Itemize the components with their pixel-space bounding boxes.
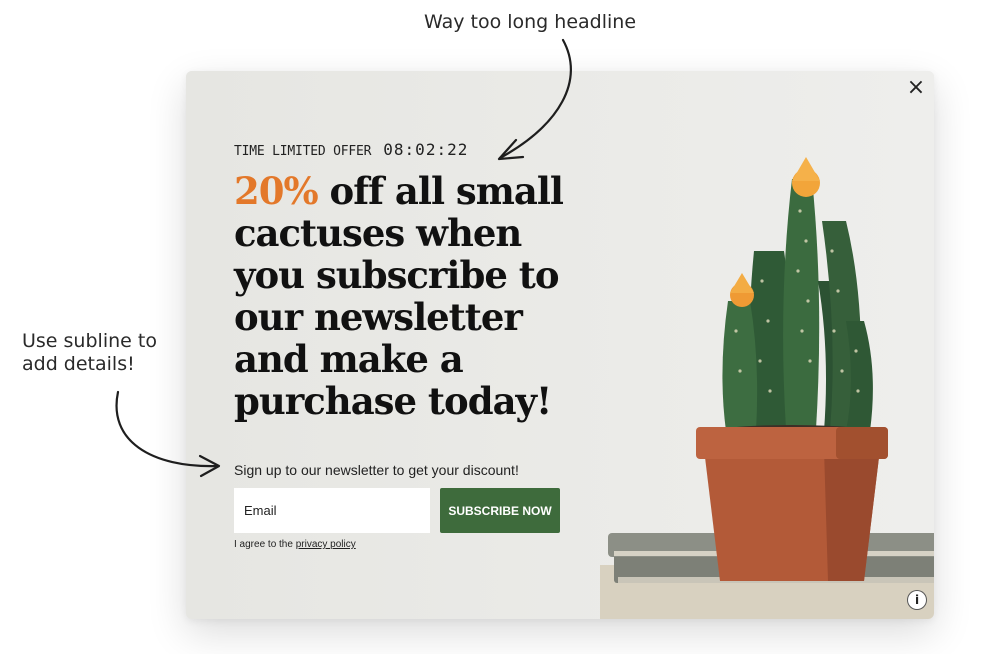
info-icon[interactable]: i bbox=[908, 591, 926, 609]
consent-text: I agree to the privacy policy bbox=[234, 539, 356, 550]
headline: 20% off all small cactuses when you subs… bbox=[234, 170, 564, 422]
pot-rim-shade bbox=[836, 427, 888, 459]
cactus-stem bbox=[722, 301, 758, 431]
cactus-flower bbox=[792, 157, 820, 197]
cactus-stem bbox=[783, 179, 820, 429]
email-placeholder: Email bbox=[244, 503, 277, 518]
annotation-headline-note: Way too long headline bbox=[424, 11, 637, 33]
cactus-image bbox=[600, 157, 934, 619]
offer-row: TIME LIMITED OFFER 08:02:22 bbox=[234, 140, 468, 159]
subline: Sign up to our newsletter to get your di… bbox=[234, 462, 519, 478]
annotation-subline-note: Use subline to add details! bbox=[22, 330, 157, 375]
close-icon[interactable]: × bbox=[902, 73, 930, 101]
headline-accent: 20% bbox=[234, 169, 319, 213]
countdown-timer: 08:02:22 bbox=[383, 140, 469, 159]
privacy-policy-link[interactable]: privacy policy bbox=[296, 539, 356, 550]
consent-prefix: I agree to the bbox=[234, 539, 296, 550]
email-field[interactable]: Email bbox=[234, 488, 430, 533]
cactus-flower bbox=[730, 273, 754, 307]
newsletter-popup: × TIME LIMITED OFFER 08:02:22 20% off al… bbox=[186, 71, 934, 619]
offer-label: TIME LIMITED OFFER bbox=[234, 144, 372, 159]
subscribe-button[interactable]: SUBSCRIBE NOW bbox=[440, 488, 560, 533]
